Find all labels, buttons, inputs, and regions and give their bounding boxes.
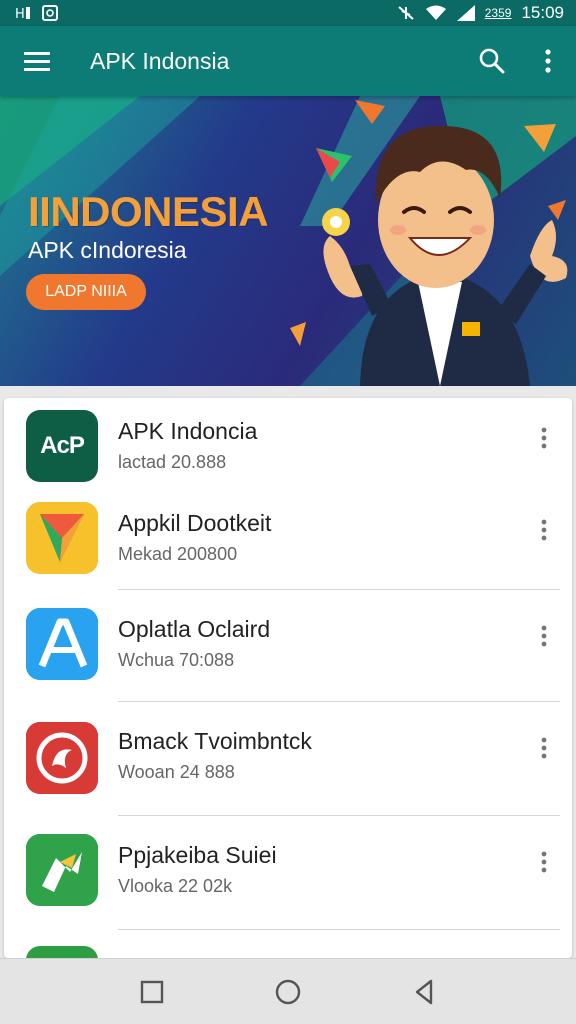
app-icon: AcP: [26, 410, 98, 482]
svg-text:H: H: [15, 7, 25, 21]
item-overflow-button[interactable]: [524, 728, 564, 768]
item-overflow-button[interactable]: [524, 842, 564, 882]
recents-icon: [140, 980, 164, 1003]
promo-banner[interactable]: IINDONESIA APK cIndoresia LADP NIIIA: [0, 96, 576, 386]
overflow-menu-icon: [541, 737, 547, 759]
overflow-menu-button[interactable]: [520, 26, 576, 96]
clock: 15:09: [521, 3, 564, 22]
app-meta: Wchua 70:088: [118, 650, 235, 670]
banner-cta-button[interactable]: LADP NIIIA: [26, 274, 146, 310]
app-icon: [26, 834, 98, 906]
cell-signal-icon: [456, 5, 475, 21]
overflow-menu-icon: [541, 851, 547, 873]
navigation-bar: [0, 958, 576, 1024]
app-list: AcP APK Indoncia lactad 20.888 Appkil Do…: [4, 398, 572, 958]
app-name: Oplatla Oclaird: [118, 616, 271, 642]
red-swirl-icon: [26, 722, 98, 794]
app-icon: [26, 946, 98, 958]
app-name: Appkil Dootkeit: [118, 510, 272, 536]
list-item[interactable]: Ppjakeiba Suiei Vlooka 22 02k: [4, 816, 572, 928]
overflow-menu-icon: [541, 427, 547, 449]
home-button[interactable]: [220, 959, 356, 1024]
overflow-menu-icon: [545, 49, 551, 73]
app-meta: Mekad 200800: [118, 544, 238, 564]
menu-button[interactable]: [0, 26, 74, 96]
banner-subtitle: APK cIndoresia: [28, 237, 187, 263]
status-bar: H 2359 15:09: [0, 0, 576, 26]
item-overflow-button[interactable]: [524, 418, 564, 458]
wifi-icon: [425, 5, 447, 21]
home-icon: [275, 979, 301, 1004]
app-name: Bmack Tvoimbntck: [118, 728, 312, 754]
notification-icon: [42, 5, 58, 21]
item-overflow-button[interactable]: [524, 510, 564, 550]
hamburger-icon: [24, 52, 50, 71]
item-overflow-button[interactable]: [524, 616, 564, 656]
app-icon-label: AcP: [40, 432, 85, 459]
app-bar: APK Indonsia: [0, 26, 576, 96]
banner-headline: IINDONESIA: [28, 188, 269, 235]
sim-icon: H: [14, 5, 32, 21]
app-meta: Wooan 24 888: [118, 762, 235, 782]
recents-button[interactable]: [84, 959, 220, 1024]
app-icon: [26, 722, 98, 794]
app-icon: [26, 502, 98, 574]
vibrate-icon: [397, 5, 415, 21]
app-name: Ppjakeiba Suiei: [118, 842, 277, 868]
green-arrow-icon: [26, 834, 98, 906]
app-meta: lactad 20.888: [118, 452, 227, 472]
app-icon: [26, 608, 98, 680]
app-meta: Vlooka 22 02k: [118, 876, 233, 896]
back-icon: [415, 979, 433, 1004]
back-button[interactable]: [356, 959, 492, 1024]
app-name: APK Indoncia: [118, 418, 258, 444]
search-button[interactable]: [464, 26, 520, 96]
list-item[interactable]: [4, 930, 572, 958]
battery-indicator: 2359: [484, 6, 512, 20]
overflow-menu-icon: [541, 519, 547, 541]
play-store-icon: [26, 502, 98, 574]
search-icon: [479, 48, 505, 74]
overflow-menu-icon: [541, 625, 547, 647]
letter-a-icon: [26, 608, 98, 680]
list-item[interactable]: Bmack Tvoimbntck Wooan 24 888: [4, 702, 572, 814]
list-item[interactable]: Oplatla Oclaird Wchua 70:088: [4, 590, 572, 702]
app-title: APK Indonsia: [90, 47, 230, 74]
